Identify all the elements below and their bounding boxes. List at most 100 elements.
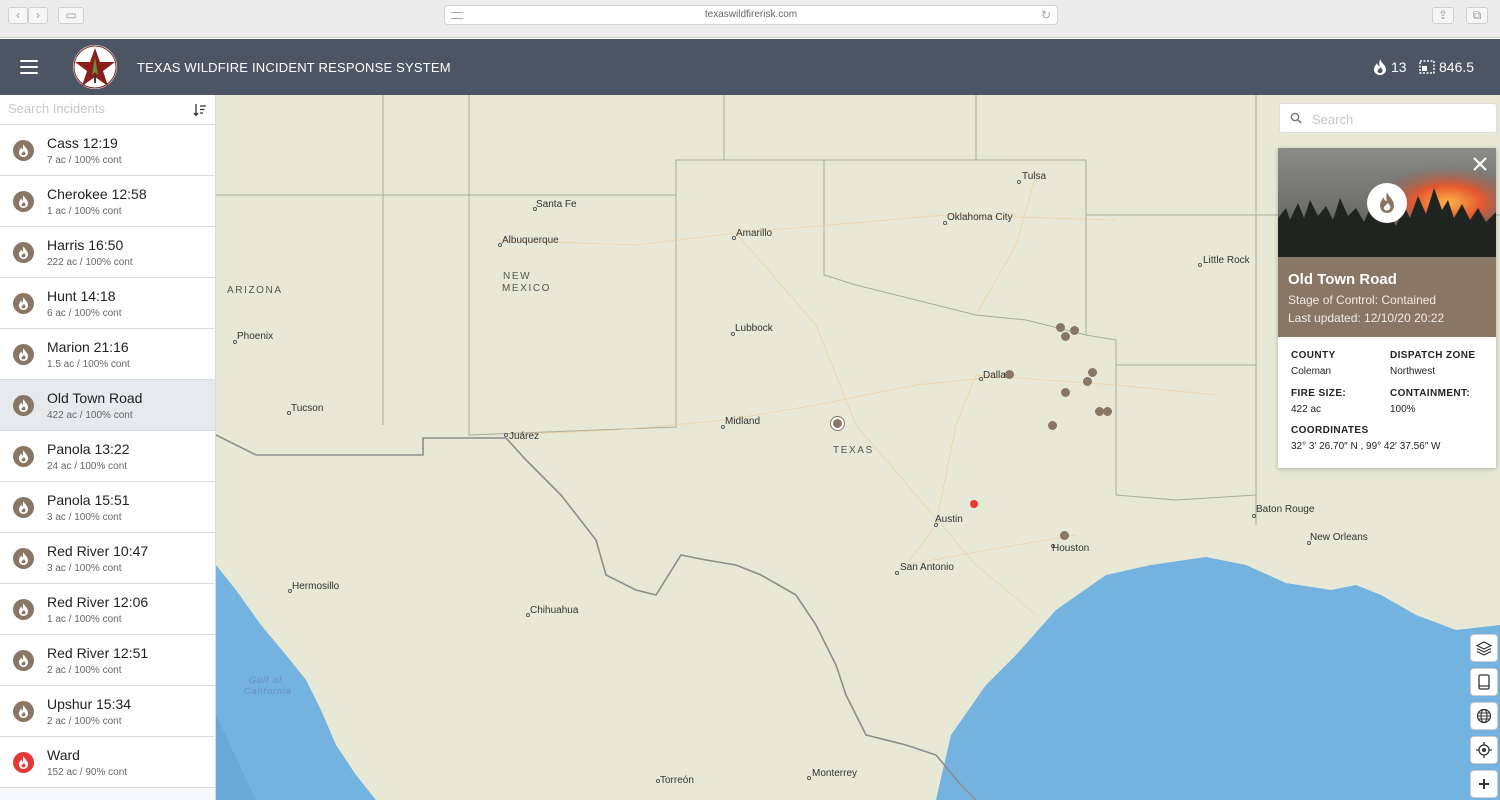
incident-list-item[interactable]: Harris 16:50 222 ac / 100% cont	[0, 227, 215, 278]
water-label-gulf: Gulf of	[249, 675, 283, 685]
incident-list-item[interactable]: Cherokee 12:58 1 ac / 100% cont	[0, 176, 215, 227]
incident-name: Panola 15:51	[47, 492, 130, 508]
incident-name: Hunt 14:18	[47, 288, 116, 304]
incident-meta: 7 ac / 100% cont	[47, 155, 122, 166]
sidebar-toggle-icon[interactable]: ▭	[58, 7, 84, 24]
city-label-midland: Midland	[725, 416, 761, 427]
city-label-tucson: Tucson	[291, 403, 324, 414]
incident-list-item[interactable]: Red River 12:51 2 ac / 100% cont	[0, 635, 215, 686]
incident-name: Ward	[47, 747, 80, 763]
fire-count-value: 13	[1391, 59, 1407, 75]
city-label-santa-fe: Santa Fe	[536, 199, 577, 210]
fire-marker[interactable]	[1088, 368, 1097, 377]
incident-list-item[interactable]: Hunt 14:18 6 ac / 100% cont	[0, 278, 215, 329]
incident-list-item[interactable]: Cass 12:19 7 ac / 100% cont	[0, 125, 215, 176]
fire-marker[interactable]	[1061, 332, 1070, 341]
incident-list-item[interactable]: Marion 21:16 1.5 ac / 100% cont	[0, 329, 215, 380]
city-label-houston: Houston	[1052, 543, 1090, 554]
menu-icon[interactable]	[20, 60, 38, 74]
incident-meta: 2 ac / 100% cont	[47, 665, 122, 676]
incident-meta: 152 ac / 90% cont	[47, 767, 128, 778]
back-button[interactable]: ‹	[8, 7, 28, 24]
incident-list-item[interactable]: Old Town Road 422 ac / 100% cont	[0, 380, 215, 431]
active-fire-marker[interactable]	[970, 500, 978, 508]
legend-button[interactable]	[1470, 668, 1498, 696]
fire-icon	[13, 344, 34, 365]
acres-total: 846.5	[1419, 59, 1474, 75]
incident-meta: 222 ac / 100% cont	[47, 257, 133, 268]
share-icon[interactable]: ⇪	[1432, 7, 1454, 24]
incident-name: Marion 21:16	[47, 339, 129, 355]
city-label-little-rock: Little Rock	[1203, 255, 1250, 266]
map-search-box[interactable]	[1279, 103, 1497, 133]
incident-list-item[interactable]: Red River 10:47 3 ac / 100% cont	[0, 533, 215, 584]
city-label-san-antonio: San Antonio	[900, 562, 954, 573]
fire-marker[interactable]	[1005, 370, 1014, 379]
reload-icon[interactable]: ↻	[1041, 8, 1051, 22]
fire-size-value: 422 ac	[1291, 404, 1322, 415]
forward-button[interactable]: ›	[28, 7, 48, 24]
water-label-california: California	[244, 686, 293, 696]
incident-meta: 2 ac / 100% cont	[47, 716, 122, 727]
incident-list: Cass 12:19 7 ac / 100% cont Cherokee 12:58…	[0, 125, 215, 788]
card-updated: Last updated: 12/10/20 20:22	[1288, 311, 1445, 325]
map-search-input[interactable]	[1312, 112, 1482, 127]
basemap-button[interactable]	[1470, 702, 1498, 730]
incident-meta: 1.5 ac / 100% cont	[47, 359, 130, 370]
dispatch-value: Northwest	[1390, 366, 1436, 377]
fire-marker[interactable]	[1070, 326, 1079, 335]
app-header: TEXAS WILDFIRE INCIDENT RESPONSE SYSTEM …	[0, 39, 1500, 95]
fire-marker[interactable]	[1056, 323, 1065, 332]
incident-list-item[interactable]: Ward 152 ac / 90% cont	[0, 737, 215, 788]
fire-badge-icon	[1367, 183, 1407, 223]
dispatch-field: DISPATCH ZONE Northwest	[1390, 350, 1475, 377]
address-bar[interactable]: texaswildfirerisk.com ↻	[444, 5, 1058, 25]
layers-icon	[1476, 641, 1492, 656]
url-text: texaswildfirerisk.com	[704, 9, 798, 20]
fire-count: 13	[1373, 59, 1407, 75]
fire-marker[interactable]	[1060, 531, 1069, 540]
incident-list-item[interactable]: Upshur 15:34 2 ac / 100% cont	[0, 686, 215, 737]
card-title: Old Town Road	[1288, 271, 1397, 288]
fire-marker[interactable]	[1103, 407, 1112, 416]
book-icon	[1478, 674, 1490, 690]
sort-icon[interactable]	[193, 103, 207, 117]
fire-marker[interactable]	[1048, 421, 1057, 430]
city-label-juarez: Juárez	[509, 431, 540, 442]
card-header: Old Town Road Stage of Control: Containe…	[1278, 257, 1496, 337]
selected-fire-marker[interactable]	[831, 417, 844, 430]
fire-icon	[13, 701, 34, 722]
containment-label: CONTAINMENT:	[1390, 388, 1471, 399]
incident-meta: 3 ac / 100% cont	[47, 563, 122, 574]
incident-name: Harris 16:50	[47, 237, 124, 253]
fire-marker[interactable]	[1061, 388, 1070, 397]
incident-meta: 1 ac / 100% cont	[47, 614, 122, 625]
state-label-arizona: ARIZONA	[227, 285, 283, 296]
city-dot	[1017, 180, 1021, 184]
city-label-oklahoma-city: Oklahoma City	[947, 212, 1013, 223]
locate-button[interactable]	[1470, 736, 1498, 764]
incident-list-item[interactable]: Panola 13:22 24 ac / 100% cont	[0, 431, 215, 482]
fire-icon	[13, 242, 34, 263]
county-field: COUNTY Coleman	[1291, 350, 1336, 377]
layers-button[interactable]	[1470, 634, 1498, 662]
fire-size-label: FIRE SIZE:	[1291, 388, 1347, 399]
incident-detail-card: Old Town Road Stage of Control: Containe…	[1278, 148, 1496, 468]
city-label-austin: Austin	[935, 514, 963, 525]
incident-meta: 3 ac / 100% cont	[47, 512, 122, 523]
locate-icon	[1476, 742, 1492, 758]
fire-photo	[1278, 148, 1496, 257]
zoom-in-button[interactable]	[1470, 770, 1498, 798]
incident-list-item[interactable]: Panola 15:51 3 ac / 100% cont	[0, 482, 215, 533]
incident-meta: 1 ac / 100% cont	[47, 206, 122, 217]
fire-size-field: FIRE SIZE: 422 ac	[1291, 388, 1346, 415]
incident-list-item[interactable]: Red River 12:06 1 ac / 100% cont	[0, 584, 215, 635]
tabs-icon[interactable]: ⧉	[1466, 7, 1488, 24]
map-view[interactable]: Tulsa Santa Fe Oklahoma City Albuquerque…	[216, 95, 1500, 800]
incident-name: Red River 12:06	[47, 594, 149, 610]
coordinates-label: COORDINATES	[1291, 425, 1369, 436]
fire-marker[interactable]	[1083, 377, 1092, 386]
close-icon[interactable]	[1472, 156, 1488, 172]
city-dot	[504, 433, 508, 437]
incident-search-input[interactable]	[8, 101, 188, 116]
